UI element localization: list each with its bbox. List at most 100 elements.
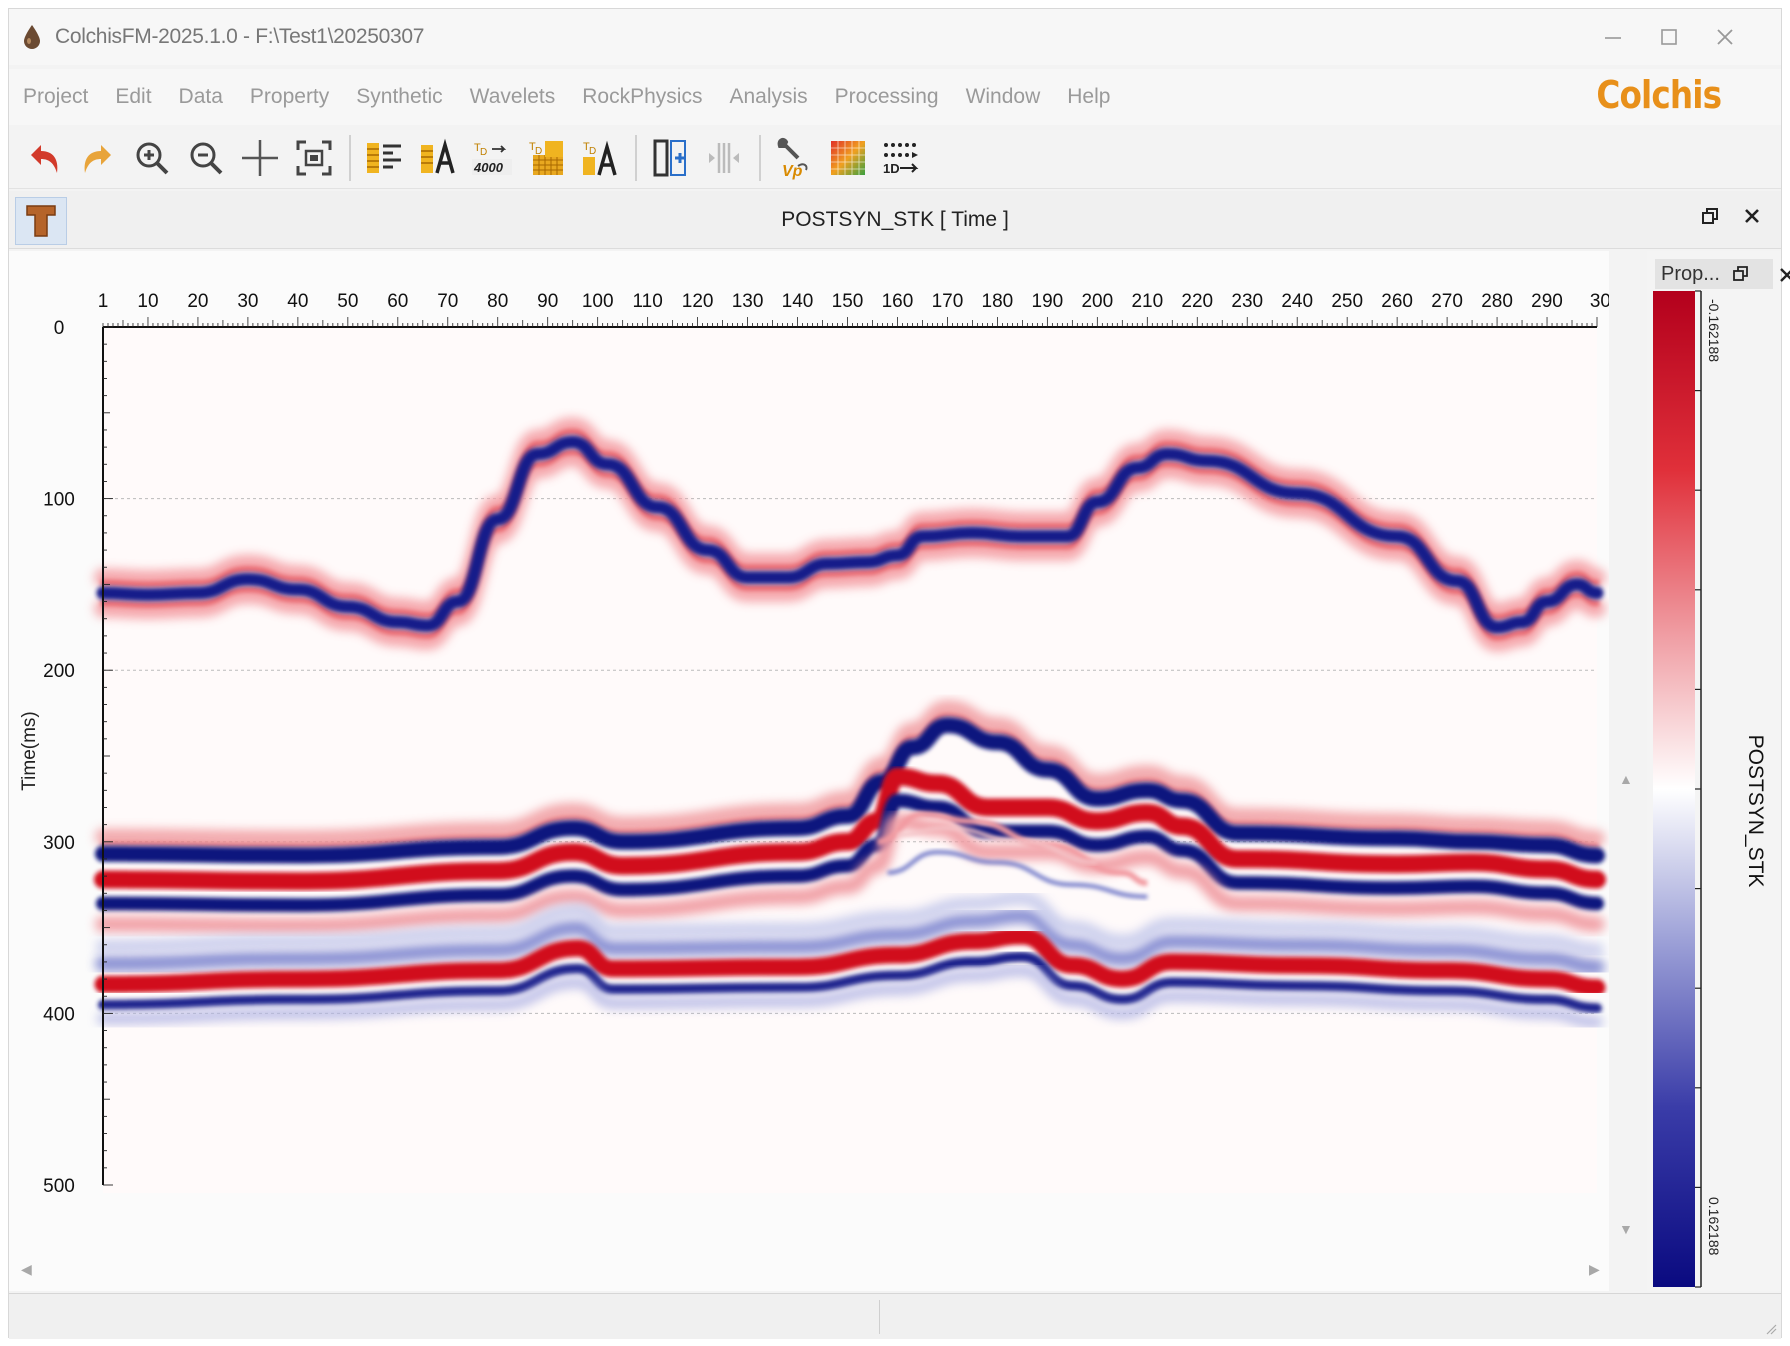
toolbar-separator bbox=[759, 134, 761, 181]
menu-bar: Project Edit Data Property Synthetic Wav… bbox=[9, 69, 1781, 125]
colorbar-gradient bbox=[1653, 291, 1695, 1287]
redo-icon[interactable] bbox=[75, 133, 121, 183]
resize-grip-icon[interactable] bbox=[1763, 1321, 1777, 1335]
x-tick-label: 50 bbox=[337, 291, 358, 312]
x-tick-label: 250 bbox=[1331, 291, 1363, 312]
scroll-up-icon[interactable]: ▲ bbox=[1619, 771, 1633, 787]
1d-sequence-icon[interactable]: 1D bbox=[879, 133, 925, 183]
colorbar-min-label: -0.162188 bbox=[1706, 299, 1722, 362]
close-document-icon[interactable] bbox=[1743, 205, 1761, 231]
title-bar: ColchisFM-2025.1.0 - F:\Test1\20250307 bbox=[9, 9, 1781, 65]
droplet-icon bbox=[24, 25, 40, 49]
svg-text:D: D bbox=[480, 147, 487, 158]
x-tick-label: 70 bbox=[437, 291, 458, 312]
seismic-view[interactable]: 1 10 20 30 40 50 60 70 80 90 100 110 120 130 140 150 160… bbox=[9, 251, 1633, 1291]
y-tick-label: 500 bbox=[43, 1176, 75, 1197]
x-tick-label: 210 bbox=[1131, 291, 1163, 312]
x-tick-label: 240 bbox=[1281, 291, 1313, 312]
svg-text:1D: 1D bbox=[883, 161, 900, 176]
x-tick-label: 140 bbox=[782, 291, 814, 312]
menu-analysis[interactable]: Analysis bbox=[729, 81, 807, 113]
status-bar bbox=[9, 1293, 1781, 1339]
x-tick-label: 290 bbox=[1531, 291, 1563, 312]
float-window-icon[interactable] bbox=[1701, 205, 1719, 231]
x-tick-label: 160 bbox=[882, 291, 914, 312]
td-attribute-icon[interactable]: TD bbox=[577, 133, 623, 183]
colorbar-title: POSTSYN_STK bbox=[1744, 735, 1767, 888]
panel-split-icon[interactable] bbox=[701, 133, 747, 183]
x-tick-label: 30 bbox=[237, 291, 258, 312]
seismic-section[interactable]: 1 10 20 30 40 50 60 70 80 90 100 110 120 130 140 150 160… bbox=[9, 251, 1609, 1291]
document-title: POSTSYN_STK [ Time ] bbox=[781, 208, 1009, 231]
x-tick-label: 200 bbox=[1081, 291, 1113, 312]
status-divider bbox=[879, 1300, 880, 1334]
td-grid-icon[interactable]: TD bbox=[523, 133, 569, 183]
svg-text:4000: 4000 bbox=[473, 160, 504, 175]
x-tick-label: 40 bbox=[287, 291, 308, 312]
well-list-icon[interactable] bbox=[361, 133, 407, 183]
toolbar: T D 4000 TD TD Vp 1D bbox=[9, 127, 1781, 189]
zoom-in-icon[interactable] bbox=[129, 133, 175, 183]
menu-edit[interactable]: Edit bbox=[115, 81, 151, 113]
x-tick-label: 90 bbox=[537, 291, 558, 312]
undo-icon[interactable] bbox=[21, 133, 67, 183]
panel-add-icon[interactable] bbox=[647, 133, 693, 183]
x-tick-label: 80 bbox=[487, 291, 508, 312]
crosshair-icon[interactable] bbox=[237, 133, 283, 183]
menu-property[interactable]: Property bbox=[250, 81, 329, 113]
maximize-icon[interactable] bbox=[1651, 21, 1687, 53]
close-icon[interactable] bbox=[1707, 21, 1743, 53]
application-window: ColchisFM-2025.1.0 - F:\Test1\20250307 P… bbox=[8, 8, 1790, 1339]
menu-processing[interactable]: Processing bbox=[835, 81, 939, 113]
x-tick-label: 130 bbox=[732, 291, 764, 312]
menu-project[interactable]: Project bbox=[23, 81, 88, 113]
svg-text:D: D bbox=[589, 146, 596, 157]
vp-wrench-icon[interactable]: Vp bbox=[771, 133, 817, 183]
y-tick-label: 200 bbox=[43, 661, 75, 682]
zoom-fit-icon[interactable] bbox=[291, 133, 337, 183]
x-tick-label: 120 bbox=[682, 291, 714, 312]
x-tick-label: 280 bbox=[1481, 291, 1513, 312]
brand-logo: Colchis bbox=[1596, 73, 1722, 117]
scroll-down-icon[interactable]: ▼ bbox=[1619, 1221, 1633, 1237]
toolbar-separator bbox=[635, 134, 637, 181]
minimize-icon[interactable] bbox=[1595, 21, 1631, 53]
x-tick-label: 20 bbox=[187, 291, 208, 312]
toolbar-separator bbox=[349, 134, 351, 181]
x-tick-label: 270 bbox=[1431, 291, 1463, 312]
x-tick-label: 30 bbox=[1590, 291, 1609, 312]
x-tick-label: 260 bbox=[1381, 291, 1413, 312]
scroll-right-icon[interactable]: ▶ bbox=[1589, 1261, 1600, 1278]
x-tick-label: 220 bbox=[1181, 291, 1213, 312]
y-axis-label: Time(ms) bbox=[19, 711, 40, 791]
menu-wavelets[interactable]: Wavelets bbox=[470, 81, 556, 113]
td-4000-icon[interactable]: T D 4000 bbox=[469, 133, 515, 183]
well-attribute-icon[interactable] bbox=[415, 133, 461, 183]
x-tick-label: 170 bbox=[932, 291, 964, 312]
colorbar-max-label: 0.162188 bbox=[1706, 1197, 1722, 1256]
window-title: ColchisFM-2025.1.0 - F:\Test1\20250307 bbox=[55, 25, 425, 48]
x-tick-label: 1 bbox=[98, 291, 109, 312]
x-tick-label: 110 bbox=[632, 291, 662, 312]
menu-data[interactable]: Data bbox=[179, 81, 223, 113]
y-tick-label: 400 bbox=[43, 1004, 75, 1025]
menu-help[interactable]: Help bbox=[1067, 81, 1110, 113]
menu-window[interactable]: Window bbox=[966, 81, 1041, 113]
color-grid-icon[interactable] bbox=[825, 133, 871, 183]
menu-rockphysics[interactable]: RockPhysics bbox=[582, 81, 702, 113]
y-tick-label: 100 bbox=[43, 490, 75, 511]
colorbar: -0.162188 0.162188 POSTSYN_STK bbox=[1653, 290, 1767, 1288]
document-bar: POSTSYN_STK [ Time ] bbox=[9, 191, 1781, 249]
zoom-out-icon[interactable] bbox=[183, 133, 229, 183]
menu-synthetic[interactable]: Synthetic bbox=[356, 81, 442, 113]
x-tick-label: 180 bbox=[982, 291, 1014, 312]
x-tick-label: 150 bbox=[832, 291, 864, 312]
plot-background bbox=[103, 325, 1597, 1193]
x-tick-label: 10 bbox=[137, 291, 158, 312]
x-tick-label: 100 bbox=[582, 291, 614, 312]
x-tick-label: 230 bbox=[1231, 291, 1263, 312]
y-tick-label: 300 bbox=[43, 833, 75, 854]
scroll-left-icon[interactable]: ◀ bbox=[21, 1261, 32, 1278]
x-tick-label: 190 bbox=[1032, 291, 1064, 312]
y-tick-label: 0 bbox=[54, 318, 65, 339]
